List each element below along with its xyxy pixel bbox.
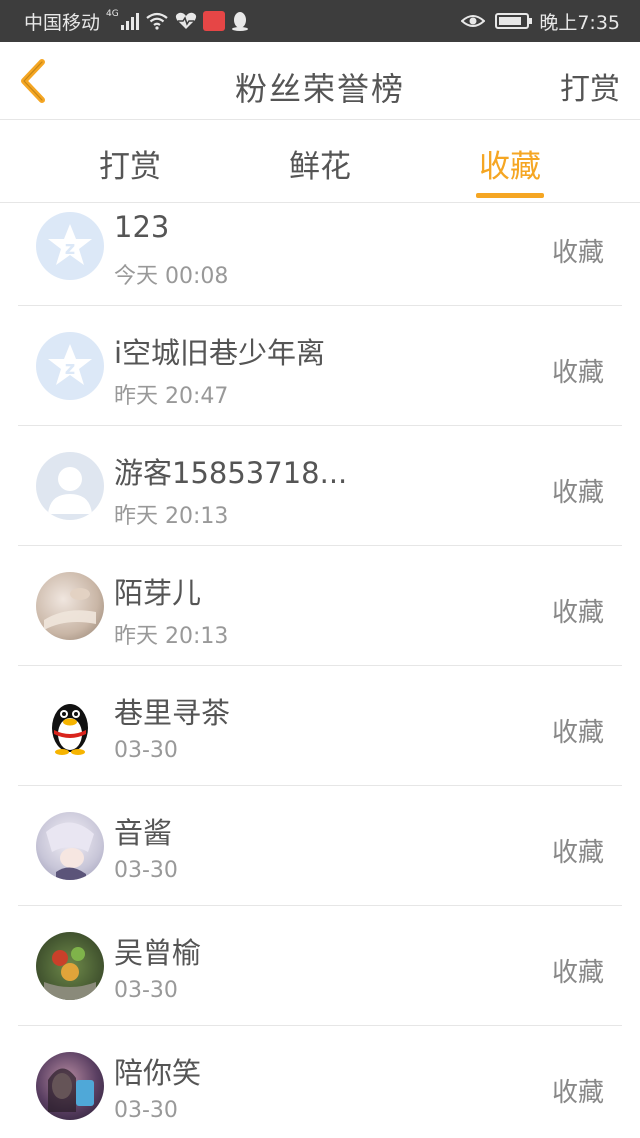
- list-item[interactable]: z i空城旧巷少年离 昨天 20:47 收藏: [18, 306, 622, 426]
- user-name: i空城旧巷少年离: [114, 336, 326, 370]
- timestamp: 昨天 20:13: [114, 504, 229, 529]
- user-name: 吴曾榆: [114, 936, 202, 970]
- page-title: 粉丝荣誉榜: [234, 70, 405, 108]
- status-left: 中国移动 4G: [24, 0, 249, 42]
- timestamp: 03-30: [114, 858, 178, 883]
- action-label: 收藏: [551, 478, 604, 508]
- food-avatar: [36, 932, 104, 1000]
- list-item[interactable]: z 123 今天 00:08 收藏: [18, 204, 622, 306]
- list-item[interactable]: 吴曾榆 03-30 收藏: [18, 906, 622, 1026]
- qq-default-avatar-icon: z: [36, 212, 104, 280]
- tab-tip[interactable]: 打赏: [50, 141, 210, 186]
- timestamp: 昨天 20:13: [114, 624, 229, 649]
- list-item[interactable]: 巷里寻茶 03-30 收藏: [18, 666, 622, 786]
- user-name: 陌芽儿: [114, 576, 202, 610]
- timestamp: 今天 00:08: [114, 264, 229, 289]
- action-label: 收藏: [551, 958, 604, 988]
- timestamp: 03-30: [114, 1098, 178, 1123]
- tab-favorites[interactable]: 收藏: [430, 141, 590, 186]
- status-bar: 中国移动 4G 晚上7:35: [0, 0, 640, 42]
- timestamp: 昨天 20:47: [114, 384, 229, 409]
- tab-bar: 打赏 鲜花 收藏: [0, 121, 640, 203]
- timestamp: 03-30: [114, 978, 178, 1003]
- svg-text:z: z: [65, 238, 75, 259]
- heart-monitor-icon: [175, 12, 196, 30]
- tip-button[interactable]: 打赏: [560, 64, 620, 108]
- user-name: 游客15853718...: [114, 456, 348, 490]
- fan-list: z 123 今天 00:08 收藏 z i空城旧巷少年离 昨天 20:47 收藏…: [0, 204, 640, 1138]
- network-type: 4G: [106, 9, 119, 19]
- list-item[interactable]: 陪你笑 03-30 收藏: [18, 1026, 622, 1138]
- tab-flowers[interactable]: 鲜花: [240, 141, 400, 186]
- action-label: 收藏: [551, 718, 604, 748]
- qq-default-avatar-icon: z: [36, 332, 104, 400]
- action-label: 收藏: [551, 358, 604, 388]
- eye-comfort-icon: [461, 15, 486, 27]
- user-name: 巷里寻茶: [114, 696, 231, 730]
- list-item[interactable]: 陌芽儿 昨天 20:13 收藏: [18, 546, 622, 666]
- list-item[interactable]: 游客15853718... 昨天 20:13 收藏: [18, 426, 622, 546]
- carrier-label: 中国移动: [24, 11, 101, 34]
- svg-text:z: z: [65, 358, 75, 379]
- wifi-icon: [146, 12, 168, 30]
- status-right: 晚上7:35: [461, 0, 620, 42]
- signal-icon: [120, 12, 139, 30]
- girl-avatar: [36, 1052, 104, 1120]
- action-label: 收藏: [551, 238, 604, 268]
- photo-avatar: [36, 572, 104, 640]
- app-notification-icon: [202, 11, 225, 31]
- header-bar: 粉丝荣誉榜 打赏: [0, 42, 640, 120]
- penguin-avatar-icon: [36, 692, 104, 760]
- list-item[interactable]: 音酱 03-30 收藏: [18, 786, 622, 906]
- anime-avatar: [36, 812, 104, 880]
- action-label: 收藏: [551, 838, 604, 868]
- clock: 晚上7:35: [539, 11, 620, 34]
- action-label: 收藏: [551, 598, 604, 628]
- user-name: 音酱: [114, 816, 173, 850]
- timestamp: 03-30: [114, 738, 178, 763]
- qq-icon: [231, 12, 248, 31]
- default-user-avatar-icon: [36, 452, 104, 520]
- battery-icon: [495, 13, 533, 29]
- user-name: 123: [114, 210, 170, 244]
- action-label: 收藏: [551, 1078, 604, 1108]
- active-tab-indicator: [476, 193, 544, 198]
- user-name: 陪你笑: [114, 1056, 202, 1090]
